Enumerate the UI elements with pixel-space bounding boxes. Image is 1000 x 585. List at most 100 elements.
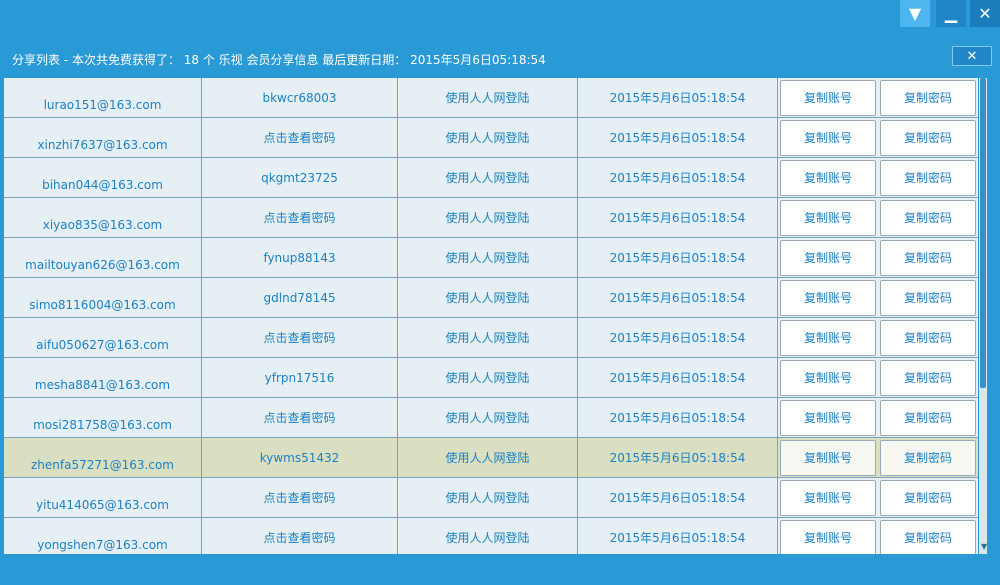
login-method-cell[interactable]: 使用人人网登陆 [398, 158, 578, 197]
copy-password-cell: 复制密码 [878, 438, 978, 477]
close-button[interactable]: ✕ [970, 0, 1000, 27]
copy-account-button[interactable]: 复制账号 [780, 239, 876, 276]
copy-account-cell: 复制账号 [778, 278, 878, 317]
date-cell: 2015年5月6日05:18:54 [578, 198, 778, 237]
chevron-down-icon: ▼ [908, 4, 922, 23]
copy-password-button[interactable]: 复制密码 [880, 199, 976, 236]
password-cell[interactable]: fynup88143 [202, 238, 398, 277]
date-cell: 2015年5月6日05:18:54 [578, 158, 778, 197]
copy-password-button[interactable]: 复制密码 [880, 159, 976, 196]
table-row[interactable]: aifu050627@163.com 点击查看密码 使用人人网登陆 2015年5月6日… [4, 318, 978, 358]
table-row[interactable]: yitu414065@163.com 点击查看密码 使用人人网登陆 2015年5月6日… [4, 478, 978, 518]
account-cell: yongshen7@163.com [4, 518, 202, 554]
account-cell: simo8116004@163.com [4, 278, 202, 317]
account-cell: xiyao835@163.com [4, 198, 202, 237]
login-method-cell[interactable]: 使用人人网登陆 [398, 278, 578, 317]
copy-account-button[interactable]: 复制账号 [780, 359, 876, 396]
password-cell[interactable]: kywms51432 [202, 438, 398, 477]
login-method-cell[interactable]: 使用人人网登陆 [398, 318, 578, 357]
password-cell[interactable]: 点击查看密码 [202, 518, 398, 554]
copy-account-button[interactable]: 复制账号 [780, 159, 876, 196]
copy-password-cell: 复制密码 [878, 318, 978, 357]
copy-account-cell: 复制账号 [778, 238, 878, 277]
account-cell: xinzhi7637@163.com [4, 118, 202, 157]
date-cell: 2015年5月6日05:18:54 [578, 358, 778, 397]
minimize-button[interactable]: ▁ [936, 0, 966, 27]
copy-password-button[interactable]: 复制密码 [880, 319, 976, 356]
copy-account-button[interactable]: 复制账号 [780, 199, 876, 236]
copy-password-button[interactable]: 复制密码 [880, 359, 976, 396]
copy-password-cell: 复制密码 [878, 518, 978, 554]
password-cell[interactable]: 点击查看密码 [202, 398, 398, 437]
date-cell: 2015年5月6日05:18:54 [578, 78, 778, 117]
login-method-cell[interactable]: 使用人人网登陆 [398, 438, 578, 477]
vertical-scrollbar[interactable] [979, 78, 987, 554]
panel-close-button[interactable]: ✕ [952, 46, 992, 66]
copy-password-button[interactable]: 复制密码 [880, 279, 976, 316]
copy-password-button[interactable]: 复制密码 [880, 439, 976, 476]
copy-account-cell: 复制账号 [778, 518, 878, 554]
account-cell: bihan044@163.com [4, 158, 202, 197]
table-row[interactable]: mesha8841@163.com yfrpn17516 使用人人网登陆 2015年5… [4, 358, 978, 398]
login-method-cell[interactable]: 使用人人网登陆 [398, 198, 578, 237]
login-method-cell[interactable]: 使用人人网登陆 [398, 518, 578, 554]
copy-account-button[interactable]: 复制账号 [780, 519, 876, 554]
password-cell[interactable]: 点击查看密码 [202, 198, 398, 237]
login-method-cell[interactable]: 使用人人网登陆 [398, 398, 578, 437]
copy-password-button[interactable]: 复制密码 [880, 519, 976, 554]
login-method-cell[interactable]: 使用人人网登陆 [398, 358, 578, 397]
password-cell[interactable]: 点击查看密码 [202, 478, 398, 517]
copy-password-cell: 复制密码 [878, 238, 978, 277]
copy-account-button[interactable]: 复制账号 [780, 119, 876, 156]
copy-password-button[interactable]: 复制密码 [880, 119, 976, 156]
password-cell[interactable]: qkgmt23725 [202, 158, 398, 197]
password-cell[interactable]: yfrpn17516 [202, 358, 398, 397]
table-row[interactable]: zhenfa57271@163.com kywms51432 使用人人网登陆 2015… [4, 438, 978, 478]
copy-account-cell: 复制账号 [778, 398, 878, 437]
table-row[interactable]: mailtouyan626@163.com fynup88143 使用人人网登陆 20… [4, 238, 978, 278]
copy-password-button[interactable]: 复制密码 [880, 79, 976, 116]
password-cell[interactable]: gdlnd78145 [202, 278, 398, 317]
copy-password-button[interactable]: 复制密码 [880, 479, 976, 516]
date-cell: 2015年5月6日05:18:54 [578, 318, 778, 357]
password-cell[interactable]: 点击查看密码 [202, 118, 398, 157]
copy-account-button[interactable]: 复制账号 [780, 439, 876, 476]
login-method-cell[interactable]: 使用人人网登陆 [398, 78, 578, 117]
login-method-cell[interactable]: 使用人人网登陆 [398, 478, 578, 517]
dropdown-button[interactable]: ▼ [900, 0, 930, 27]
password-cell[interactable]: 点击查看密码 [202, 318, 398, 357]
scroll-down-arrow-icon[interactable]: ▼ [981, 542, 987, 552]
login-method-cell[interactable]: 使用人人网登陆 [398, 238, 578, 277]
minimize-icon: ▁ [944, 4, 958, 23]
copy-password-cell: 复制密码 [878, 78, 978, 117]
account-cell: mailtouyan626@163.com [4, 238, 202, 277]
copy-account-button[interactable]: 复制账号 [780, 79, 876, 116]
copy-password-cell: 复制密码 [878, 358, 978, 397]
table-row[interactable]: xinzhi7637@163.com 点击查看密码 使用人人网登陆 2015年5月6日… [4, 118, 978, 158]
share-list-header: 分享列表 - 本次共免费获得了： 18 个 乐视 会员分享信息 最后更新日期： … [12, 53, 546, 67]
scrollbar-thumb[interactable] [980, 78, 986, 388]
account-cell: zhenfa57271@163.com [4, 438, 202, 477]
copy-password-cell: 复制密码 [878, 198, 978, 237]
copy-account-cell: 复制账号 [778, 358, 878, 397]
date-cell: 2015年5月6日05:18:54 [578, 438, 778, 477]
copy-password-cell: 复制密码 [878, 158, 978, 197]
copy-account-button[interactable]: 复制账号 [780, 399, 876, 436]
table-row[interactable]: lurao151@163.com bkwcr68003 使用人人网登陆 2015年5月… [4, 78, 978, 118]
table-row[interactable]: simo8116004@163.com gdlnd78145 使用人人网登陆 2015… [4, 278, 978, 318]
table-row[interactable]: xiyao835@163.com 点击查看密码 使用人人网登陆 2015年5月6日05… [4, 198, 978, 238]
copy-account-button[interactable]: 复制账号 [780, 319, 876, 356]
table-row[interactable]: bihan044@163.com qkgmt23725 使用人人网登陆 2015年5月… [4, 158, 978, 198]
password-cell[interactable]: bkwcr68003 [202, 78, 398, 117]
table-row[interactable]: yongshen7@163.com 点击查看密码 使用人人网登陆 2015年5月6日0… [4, 518, 978, 554]
login-method-cell[interactable]: 使用人人网登陆 [398, 118, 578, 157]
copy-account-cell: 复制账号 [778, 158, 878, 197]
table-row[interactable]: mosi281758@163.com 点击查看密码 使用人人网登陆 2015年5月6日… [4, 398, 978, 438]
copy-account-button[interactable]: 复制账号 [780, 279, 876, 316]
account-cell: mosi281758@163.com [4, 398, 202, 437]
copy-account-button[interactable]: 复制账号 [780, 479, 876, 516]
copy-account-cell: 复制账号 [778, 438, 878, 477]
date-cell: 2015年5月6日05:18:54 [578, 118, 778, 157]
copy-password-button[interactable]: 复制密码 [880, 399, 976, 436]
copy-password-button[interactable]: 复制密码 [880, 239, 976, 276]
